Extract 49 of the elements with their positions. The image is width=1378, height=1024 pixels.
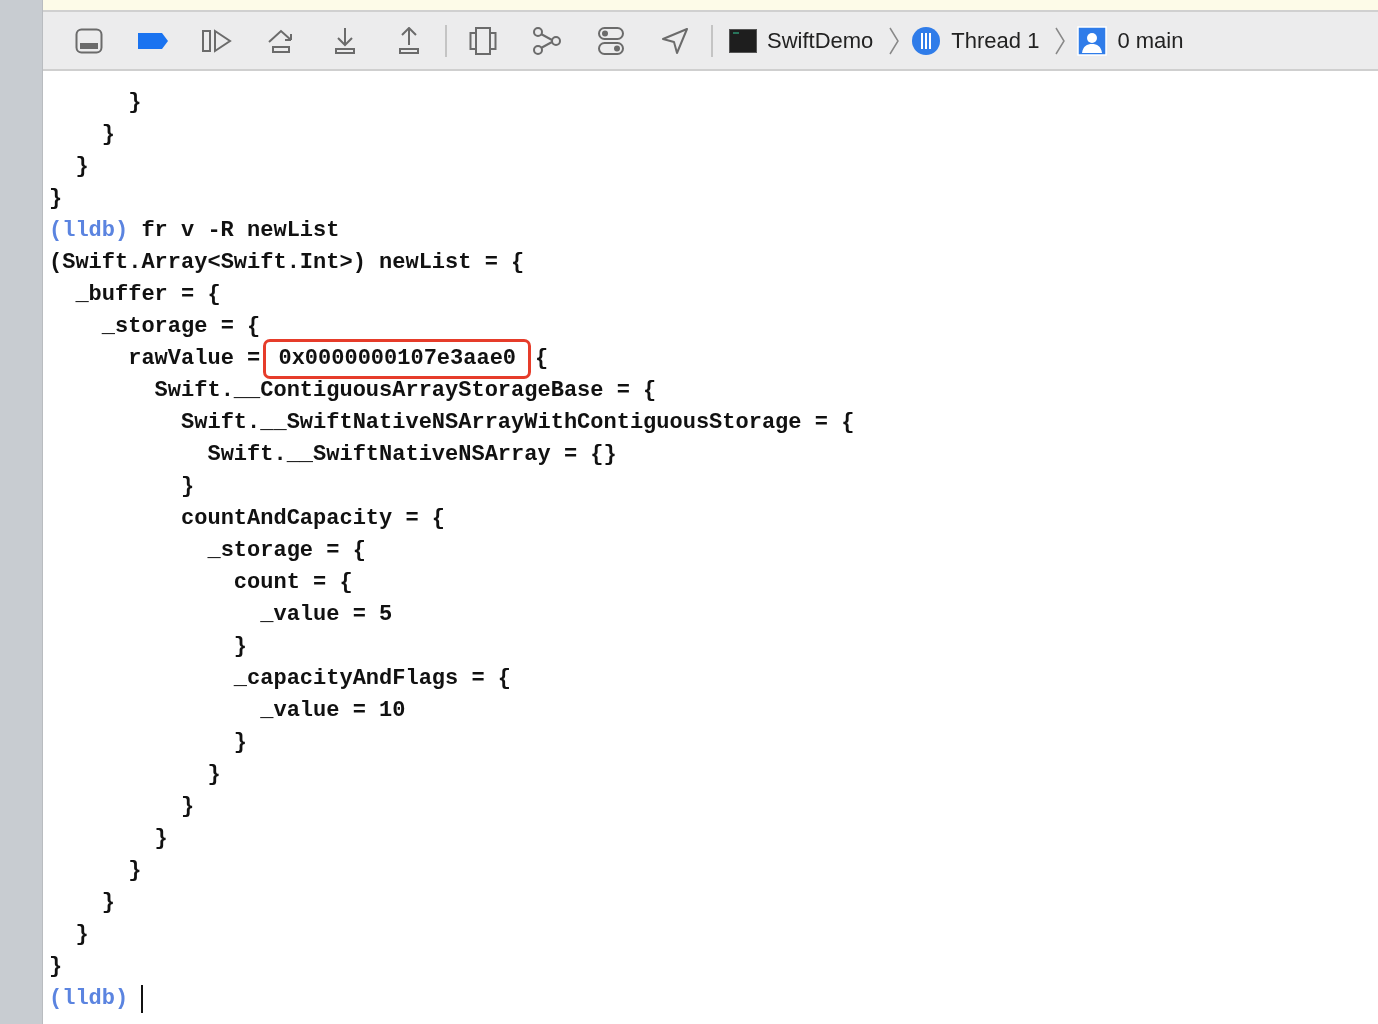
console-output: } [206, 761, 221, 789]
breadcrumb-item[interactable]: Thread 1 [911, 25, 1066, 56]
nodes-icon [532, 26, 562, 55]
console-output: (Swift.Array<Swift.Int>) newList = { [49, 249, 525, 277]
thread-icon [911, 25, 942, 56]
location-arrow-icon [661, 26, 689, 55]
console-output: count = { [232, 569, 353, 597]
console-output: } [100, 889, 115, 917]
console-output: } [49, 185, 63, 213]
terminal-icon [729, 28, 757, 53]
toggle-icon [598, 26, 624, 55]
console-output: _storage = { [206, 537, 366, 565]
chevron-icon [889, 26, 900, 55]
console-output: rawValue = [127, 345, 262, 373]
console-output: _buffer = { [74, 281, 221, 309]
console-output: } [74, 153, 89, 181]
view-hierarchy-icon [469, 26, 497, 55]
console-output: } [232, 729, 248, 757]
console-output: } [232, 633, 248, 661]
lldb-prompt: (lldb) [49, 985, 129, 1013]
console-output: } [180, 793, 195, 821]
console-output: } [49, 953, 63, 981]
console-command: fr v -R newList [141, 217, 340, 245]
chevron-icon [1055, 26, 1066, 55]
continue-icon [202, 28, 232, 53]
console-output: } [153, 825, 168, 853]
lldb-prompt: (lldb) [49, 217, 129, 245]
console-output: } [74, 921, 89, 949]
user-icon [1077, 25, 1108, 56]
upload-icon [398, 26, 420, 55]
breadcrumb-item[interactable]: 0 main [1077, 25, 1184, 56]
console-output: { [535, 345, 549, 373]
console-output: _storage = { [100, 313, 261, 341]
console-output: _value = 10 [259, 697, 406, 725]
step-over-icon [267, 27, 295, 54]
download-icon [334, 26, 356, 55]
bottom-panel-icon [75, 27, 103, 54]
console-output: } [127, 89, 142, 117]
console-output: } [100, 121, 115, 149]
console-output: Swift.__SwiftNativeNSArray = {} [206, 441, 617, 469]
console-output: Swift.__SwiftNativeNSArrayWithContiguousStorage = { [180, 409, 855, 437]
console-output: _capacityAndFlags = { [232, 665, 512, 693]
console-output: Swift.__ContiguousArrayStorageBase = { [153, 377, 657, 405]
breadcrumb-item[interactable]: SwiftDemo [729, 26, 900, 55]
console-output: countAndCapacity = { [180, 505, 446, 533]
console-output: _value = 5 [259, 601, 393, 629]
console-output: } [180, 473, 195, 501]
highlighted-address: 0x0000000107e3aae0 [263, 339, 532, 379]
console-output: } [127, 857, 142, 885]
